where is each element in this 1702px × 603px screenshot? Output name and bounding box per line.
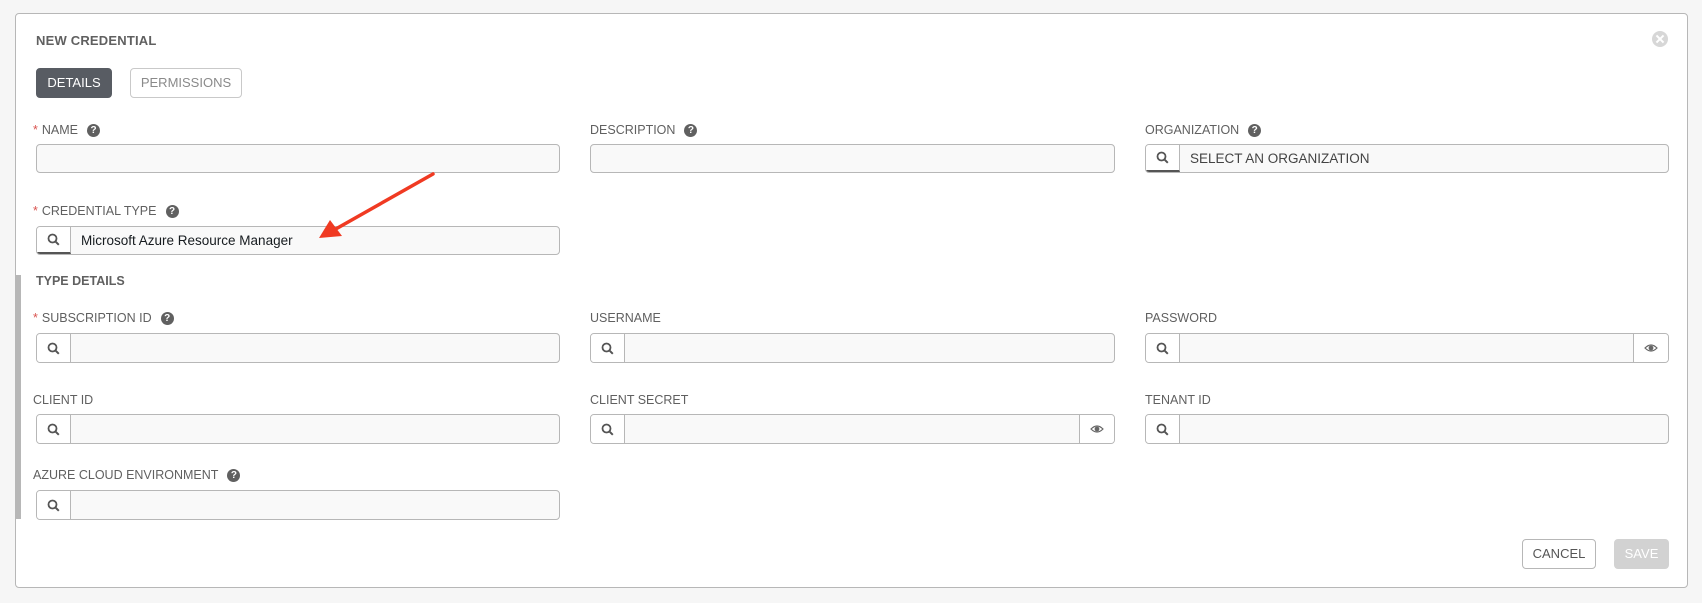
azure-cloud-environment-field xyxy=(36,490,560,520)
organization-label: ORGANIZATION ? xyxy=(1145,122,1262,138)
save-button[interactable]: SAVE xyxy=(1614,539,1669,569)
client-secret-lookup-button[interactable] xyxy=(591,415,625,443)
description-label-text: DESCRIPTION xyxy=(590,123,676,137)
tab-details[interactable]: DETAILS xyxy=(36,68,112,98)
client-id-lookup-button[interactable] xyxy=(37,415,71,443)
azure-cloud-environment-input[interactable] xyxy=(71,491,559,519)
search-icon xyxy=(1156,151,1169,164)
search-icon xyxy=(1156,423,1169,436)
dialog-title: NEW CREDENTIAL xyxy=(36,33,157,48)
username-input[interactable] xyxy=(625,334,1114,362)
subscription-id-field xyxy=(36,333,560,363)
azure-cloud-environment-lookup-button[interactable] xyxy=(37,491,71,519)
type-details-heading: TYPE DETAILS xyxy=(36,274,125,288)
required-marker: * xyxy=(33,204,38,218)
client-id-field xyxy=(36,414,560,444)
organization-lookup-button[interactable] xyxy=(1146,145,1180,172)
azure-cloud-environment-label: AZURE CLOUD ENVIRONMENT ? xyxy=(33,467,241,483)
eye-icon xyxy=(1090,425,1104,433)
credential-type-label: * CREDENTIAL TYPE ? xyxy=(33,203,179,219)
password-lookup-button[interactable] xyxy=(1146,334,1180,362)
tenant-id-field xyxy=(1145,414,1669,444)
subscription-id-label-text: SUBSCRIPTION ID xyxy=(41,311,152,325)
cancel-button[interactable]: CANCEL xyxy=(1522,539,1596,569)
description-label: DESCRIPTION ? xyxy=(590,122,698,138)
search-icon xyxy=(47,423,60,436)
subscription-id-lookup-button[interactable] xyxy=(37,334,71,362)
azure-cloud-environment-label-text: AZURE CLOUD ENVIRONMENT xyxy=(33,468,219,482)
tenant-id-input[interactable] xyxy=(1180,415,1668,443)
password-label: PASSWORD xyxy=(1145,311,1217,325)
subscription-id-label: * SUBSCRIPTION ID ? xyxy=(33,310,174,326)
credential-type-label-text: CREDENTIAL TYPE xyxy=(41,204,157,218)
client-id-label: CLIENT ID xyxy=(33,393,94,407)
eye-icon xyxy=(1644,344,1658,352)
client-secret-field xyxy=(590,414,1115,444)
name-label-text: NAME xyxy=(41,123,78,137)
organization-field xyxy=(1145,144,1669,173)
organization-input[interactable] xyxy=(1180,145,1668,172)
username-lookup-button[interactable] xyxy=(591,334,625,362)
show-password-button[interactable] xyxy=(1633,334,1668,362)
tenant-id-lookup-button[interactable] xyxy=(1146,415,1180,443)
search-icon xyxy=(47,342,60,355)
name-field xyxy=(36,144,560,173)
username-field xyxy=(590,333,1115,363)
search-icon xyxy=(1156,342,1169,355)
help-icon[interactable]: ? xyxy=(160,311,174,325)
name-input[interactable] xyxy=(37,145,559,172)
help-icon[interactable]: ? xyxy=(165,204,179,218)
description-input[interactable] xyxy=(591,145,1114,172)
search-icon xyxy=(601,342,614,355)
help-icon[interactable]: ? xyxy=(1248,123,1262,137)
tenant-id-label: TENANT ID xyxy=(1145,393,1211,407)
search-icon xyxy=(47,499,60,512)
new-credential-dialog: NEW CREDENTIAL DETAILS PERMISSIONS * NAM… xyxy=(15,13,1688,588)
section-indicator-bar xyxy=(15,275,21,519)
client-id-input[interactable] xyxy=(71,415,559,443)
client-secret-input[interactable] xyxy=(625,415,1079,443)
organization-label-text: ORGANIZATION xyxy=(1145,123,1240,137)
credential-type-input[interactable] xyxy=(71,227,559,254)
credential-type-field xyxy=(36,226,560,255)
credential-type-lookup-button[interactable] xyxy=(37,227,71,254)
username-label: USERNAME xyxy=(590,311,661,325)
name-label: * NAME ? xyxy=(33,122,100,138)
help-icon[interactable]: ? xyxy=(227,468,241,482)
required-marker: * xyxy=(33,311,38,325)
show-client-secret-button[interactable] xyxy=(1079,415,1114,443)
password-input[interactable] xyxy=(1180,334,1633,362)
tab-permissions[interactable]: PERMISSIONS xyxy=(130,68,242,98)
search-icon xyxy=(601,423,614,436)
subscription-id-input[interactable] xyxy=(71,334,559,362)
description-field xyxy=(590,144,1115,173)
help-icon[interactable]: ? xyxy=(684,123,698,137)
password-field xyxy=(1145,333,1669,363)
required-marker: * xyxy=(33,123,38,137)
client-secret-label: CLIENT SECRET xyxy=(590,393,689,407)
close-icon[interactable] xyxy=(1652,31,1668,47)
search-icon xyxy=(47,233,60,246)
help-icon[interactable]: ? xyxy=(87,123,100,137)
